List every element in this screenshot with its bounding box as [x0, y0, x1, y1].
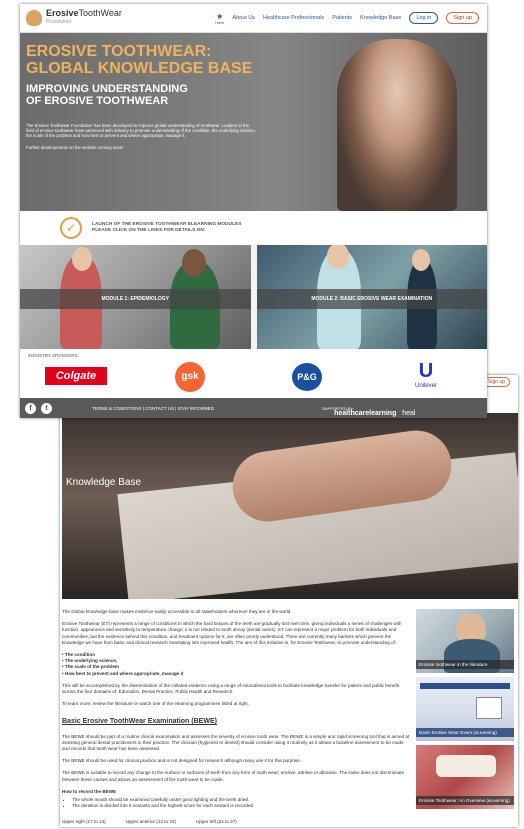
- nav-about-us[interactable]: About Us: [232, 15, 255, 21]
- main-menu: ★ Home About Us Healthcare Professionals…: [215, 12, 479, 25]
- how-to-item: The dentition is divided into 6 sextants…: [72, 803, 410, 809]
- bewe-para-1: The BEWE should be part of a routine cli…: [62, 733, 410, 752]
- sidebar-card-bewe[interactable]: Basic Erosive Wear Exam (eLearning): [416, 677, 514, 741]
- twitter-icon[interactable]: t: [41, 402, 52, 414]
- kb-hero-banner: Knowledge Base: [62, 413, 518, 599]
- nav-healthcare-professionals[interactable]: Healthcare Professionals: [263, 15, 324, 21]
- thumbnail-screen: [476, 697, 502, 719]
- nav-home[interactable]: ★ Home: [215, 12, 224, 25]
- kb-bullet: • How best to prevent and where appropri…: [62, 670, 184, 676]
- nav-knowledge-base[interactable]: Knowledge Base: [360, 15, 401, 21]
- unilever-logo[interactable]: U Unilever: [410, 359, 442, 395]
- module-1-label: MODULE 1: EPIDEMIOLOGY: [20, 289, 251, 309]
- sponsors-section: INDUSTRY SPONSORS: Colgate gsk P&G U Uni…: [20, 349, 487, 399]
- colgate-logo[interactable]: Colgate: [45, 367, 107, 385]
- teeth-image: [436, 755, 496, 777]
- sextant-label: Upper right (17 to 14): [62, 819, 106, 825]
- footer-links[interactable]: TERMS & CONDITIONS | CONTACT US | STAY I…: [92, 406, 214, 411]
- sidebar-card-overview[interactable]: Erosive Toothwear: An Overview (eLearnin…: [416, 745, 514, 809]
- kb-signup-button[interactable]: Sign up: [483, 377, 510, 387]
- hero-subtitle: IMPROVING UNDERSTANDING OF EROSIVE TOOTH…: [26, 83, 188, 107]
- hero-woman-image: [337, 39, 457, 211]
- nav-home-label: Home: [215, 20, 225, 25]
- top-navigation: ErosiveToothWear Foundation ★ Home About…: [20, 4, 487, 33]
- kb-para-3: To learn more, review the literature or …: [62, 701, 249, 707]
- elearning-launch-banner: ✓ LAUNCH OF THE EROSIVE TOOTHWEAR ELEARN…: [20, 211, 487, 245]
- bewe-para-3: The BEWE is suitable to record any chang…: [62, 770, 405, 782]
- checkmark-icon: ✓: [60, 217, 82, 239]
- kb-hero-title: Knowledge Base: [66, 477, 142, 488]
- kb-content: The Global knowledge base makes evidence…: [60, 599, 518, 826]
- homepage-window: ErosiveToothWear Foundation ★ Home About…: [20, 4, 487, 418]
- pg-logo[interactable]: P&G: [292, 363, 322, 391]
- brand-subtitle: Foundation: [46, 19, 72, 25]
- sponsors-heading: INDUSTRY SPONSORS:: [28, 353, 79, 358]
- module-2-label: MODULE 2: BASIC EROSIVE WEAR EXAMINATION: [256, 289, 487, 309]
- kb-para-1: Erosive Toothwear (ET) represents a rang…: [62, 621, 402, 645]
- sidebar-card-label: Erosive toothwear in the literature: [416, 659, 514, 669]
- unilever-u-icon: U: [418, 360, 434, 382]
- facebook-icon[interactable]: f: [25, 402, 36, 414]
- star-icon: ★: [216, 11, 224, 21]
- kb-main-column: The Global knowledge base makes evidence…: [62, 609, 416, 826]
- sextant-label: Upper anterior (13 to 23): [125, 819, 176, 825]
- brand-name-rest: ToothWear: [78, 8, 122, 18]
- nav-patients[interactable]: Patients: [332, 15, 352, 21]
- module-2-card[interactable]: MODULE 2: BASIC EROSIVE WEAR EXAMINATION: [256, 245, 487, 349]
- screen-header-bar: [420, 683, 510, 689]
- bewe-heading: Basic Erosive ToothWear Examination (BEW…: [62, 718, 217, 726]
- kb-para-2: This will be accomplished by the dissemi…: [62, 682, 400, 695]
- brand-name-bold: Erosive: [46, 8, 79, 18]
- how-to-list: The whole mouth should be examined caref…: [72, 797, 410, 809]
- sidebar-card-label: Erosive Toothwear: An Overview (eLearnin…: [416, 795, 514, 805]
- sextant-label: Upper left (24 to 27): [195, 819, 237, 825]
- site-logo[interactable]: ErosiveToothWear Foundation: [26, 9, 122, 27]
- gsk-logo[interactable]: gsk: [175, 362, 205, 392]
- sidebar-card-label: Basic Erosive Wear Exam (eLearning): [416, 727, 514, 737]
- how-to-heading: How to record the BEWE: [62, 788, 117, 794]
- hero-note: Further developments on the website comi…: [26, 145, 124, 150]
- sidebar-card-literature[interactable]: Erosive toothwear in the literature: [416, 609, 514, 673]
- kb-sidebar: Erosive toothwear in the literature Basi…: [416, 609, 514, 826]
- hero-banner: EROSIVE TOOTHWEAR: GLOBAL KNOWLEDGE BASE…: [20, 33, 487, 211]
- launch-line-2: PLEASE CLICK ON THE LINKS FOR DETAILS ON…: [92, 228, 206, 233]
- sextant-labels: Upper right (17 to 14) Upper anterior (1…: [62, 819, 410, 825]
- hero-title: EROSIVE TOOTHWEAR: GLOBAL KNOWLEDGE BASE: [26, 43, 253, 77]
- kb-intro: The Global knowledge base makes evidence…: [62, 609, 292, 614]
- login-button[interactable]: Log in: [409, 12, 439, 24]
- knowledge-base-window: Sign up Knowledge Base The Global knowle…: [60, 375, 518, 827]
- module-cards: MODULE 1: EPIDEMIOLOGY MODULE 2: BASIC E…: [20, 245, 487, 349]
- kb-bullet-list: • The condition • The underlying science…: [62, 652, 410, 677]
- bewe-para-2: The BEWE should be used for clinical pra…: [62, 758, 302, 764]
- signup-button[interactable]: Sign up: [446, 12, 479, 24]
- tooth-logo-icon: [26, 10, 42, 26]
- healthcarelearning-logo[interactable]: healthcarelearning heal: [334, 410, 415, 417]
- footer: f t TERMS & CONDITIONS | CONTACT US | ST…: [20, 398, 487, 418]
- hero-description: The Erosive Toothwear Foundation has bee…: [26, 123, 256, 139]
- module-1-card[interactable]: MODULE 1: EPIDEMIOLOGY: [20, 245, 251, 349]
